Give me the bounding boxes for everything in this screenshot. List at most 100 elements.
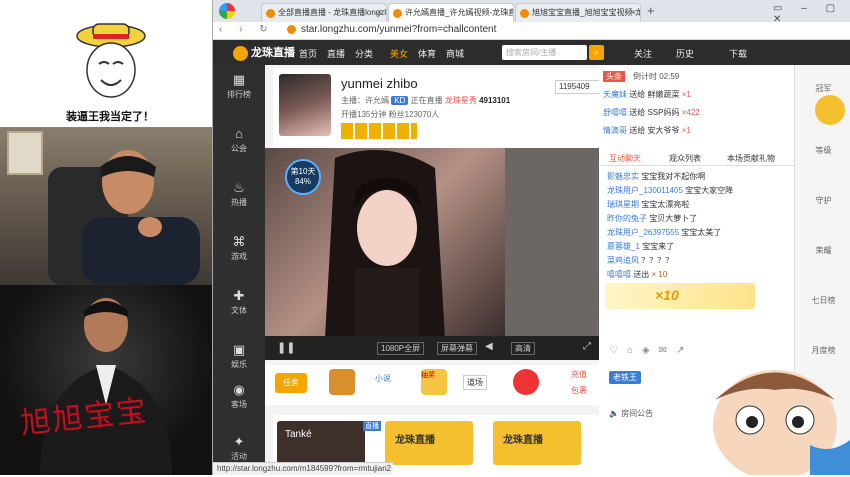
- rail-level[interactable]: 等级: [795, 145, 850, 156]
- search-icon[interactable]: ⌕: [589, 45, 604, 60]
- streamer-avatar[interactable]: [279, 74, 331, 136]
- sidebar-item-guild[interactable]: ⌂ 公会: [213, 127, 265, 154]
- new-tab-icon[interactable]: +: [647, 3, 655, 18]
- gift-icon: ✦: [233, 434, 245, 449]
- nav-home[interactable]: 首页: [299, 47, 317, 60]
- lottery-button[interactable]: 抽奖: [421, 369, 447, 395]
- poster-person-icon: [40, 298, 172, 475]
- status-bar: http://star.longzhu.com/m184599?from=rmt…: [213, 462, 393, 475]
- nav-sports[interactable]: 体育: [418, 47, 436, 60]
- pause-icon[interactable]: ❚❚: [277, 341, 295, 354]
- expand-icon[interactable]: ⤢: [583, 341, 591, 352]
- download-button[interactable]: 下载: [729, 47, 747, 60]
- task-button[interactable]: 任务: [275, 373, 307, 393]
- tab-xuxubaobao[interactable]: 旭旭宝宝直播_旭旭宝宝视频-龙珠 ×: [515, 3, 641, 22]
- photo-frame: [7, 131, 43, 175]
- sidebar-item-away[interactable]: ◉ 客场: [213, 383, 265, 410]
- streamer-info: yunmei zhibo 主播：许允嫣 KD 正在直播 龙珠星秀 4913101…: [273, 68, 653, 148]
- tab-chat[interactable]: 互动聊天: [609, 153, 641, 164]
- nav-beauty[interactable]: 美女: [390, 47, 408, 60]
- gamepad-icon: ⌘: [232, 234, 246, 249]
- straw-hat-meme-icon: [76, 23, 146, 98]
- rail-weekly[interactable]: 七日榜: [795, 295, 850, 306]
- address-bar: ‹ › ↻ star.longzhu.com/yunmei?from=chall…: [213, 22, 850, 40]
- nav-live[interactable]: 直播: [327, 47, 345, 60]
- cartoon-sticker-icon: [713, 370, 850, 475]
- rail-champion[interactable]: 冠军: [795, 83, 850, 94]
- site-icon: [287, 25, 296, 34]
- banner-longzhu-1[interactable]: 龙珠直播: [385, 421, 473, 465]
- sidebar-item-games[interactable]: ⌘ 游戏: [213, 235, 265, 262]
- gift-icon[interactable]: [513, 369, 539, 395]
- tab-all-live[interactable]: 全部直播直播 - 龙珠直播longzhu ×: [261, 3, 387, 22]
- ball-icon: ◉: [233, 382, 245, 397]
- player-controls: ❚❚ 1080P全屏 屏幕弹幕 ◀ 高清 ⤢: [265, 336, 605, 360]
- speaker-icon: 🔈: [609, 409, 622, 418]
- streamer-meta: 主播：许允嫣 KD 正在直播 龙珠星秀 4913101: [341, 96, 511, 105]
- favicon-icon: [266, 9, 275, 18]
- chat-tabs: 互动聊天 观众列表 本场贡献礼物: [599, 151, 794, 166]
- sidebar-item-events[interactable]: ✦ 活动: [213, 435, 265, 462]
- ranking-icon: ▦: [232, 72, 246, 87]
- chat-tools-icon[interactable]: ♡⌂◈✉↗: [609, 345, 693, 356]
- novel-button[interactable]: 小说: [375, 373, 391, 384]
- level-badge: KD: [391, 96, 409, 105]
- fan-badge: 老铁王: [609, 371, 641, 384]
- tab-xuyunyan[interactable]: 许允嫣直播_许允嫣视频-龙珠直 ×: [388, 3, 514, 22]
- quality-button[interactable]: 高清: [511, 342, 535, 355]
- close-icon[interactable]: ×: [631, 7, 636, 17]
- volume-icon[interactable]: ◀: [485, 341, 493, 352]
- home-icon: ⌂: [235, 126, 243, 141]
- recharge-button[interactable]: 充值: [571, 369, 587, 380]
- close-icon[interactable]: ×: [377, 7, 382, 17]
- site-logo[interactable]: 龙珠直播: [233, 44, 295, 61]
- room-notice: 🔈 房间公告: [609, 409, 654, 418]
- tab-gift-rank[interactable]: 本场贡献礼物: [727, 153, 775, 164]
- streamer-name: yunmei zhibo: [341, 76, 418, 91]
- fullscreen-1080-button[interactable]: 1080P全屏: [377, 342, 425, 355]
- follow-button[interactable]: 关注: [634, 47, 652, 60]
- url-field[interactable]: star.longzhu.com/yunmei?from=challconten…: [301, 24, 721, 38]
- sidebar-item-arts[interactable]: ✚ 文体: [213, 289, 265, 316]
- banner-longzhu-2[interactable]: 龙珠直播: [493, 421, 581, 465]
- rail-guard[interactable]: 守护: [795, 195, 850, 206]
- headline-badge: 头条: [603, 71, 625, 82]
- chat-message: 嘻嘻嘻 送出 × 10: [607, 270, 668, 279]
- chat-message: 龙珠用户_130011405 宝宝大家空降: [607, 186, 734, 195]
- favicon-icon: [393, 9, 402, 18]
- rail-badge-icon[interactable]: [815, 95, 845, 125]
- danmaku-button[interactable]: 屏幕弹幕: [437, 342, 477, 355]
- rail-honor[interactable]: 荣耀: [795, 245, 850, 256]
- banner-tanke[interactable]: Tanké: [277, 421, 365, 465]
- dojo-button[interactable]: 道场: [463, 375, 487, 390]
- browser-logo-icon[interactable]: [219, 3, 235, 19]
- feed-row: 情滴哥 送给 安大爷爷 ×1: [603, 126, 691, 135]
- nav-buttons-icon[interactable]: ‹ › ↻: [219, 24, 275, 35]
- sidebar-item-entertainment[interactable]: ▣ 娱乐: [213, 343, 265, 370]
- site-sidebar: ▦ 排行榜 ⌂ 公会 ♨ 热播 ⌘ 游戏 ✚ 文体 ▣ 娱乐 ◉ 客场 ✦ 活动: [213, 65, 265, 475]
- chat-message: 瑞琪星期 宝宝太漂亮啦: [607, 200, 690, 209]
- tab-bar: 全部直播直播 - 龙珠直播longzhu × 许允嫣直播_许允嫣视频-龙珠直 × 旭…: [213, 0, 850, 25]
- longzhu-logo-icon: [233, 45, 248, 61]
- treasure-icon[interactable]: [329, 369, 355, 395]
- nav-mall[interactable]: 商城: [446, 47, 464, 60]
- sidebar-item-hot[interactable]: ♨ 热播: [213, 181, 265, 208]
- badge-row[interactable]: [341, 123, 417, 139]
- meme-sticker: 装逼王我当定了！: [55, 18, 165, 126]
- stream-chat-overlay: [505, 148, 605, 336]
- streamer-overlay: 装逼王我当定了！ 旭旭宝宝: [0, 0, 212, 475]
- nav-category[interactable]: 分类: [355, 47, 373, 60]
- gift-feed: 头条 倒计时 02:59 天魔妹 送给 鲜嫩蔬菜 ×1 舒嘻嘻 送给 SSP妈妈…: [599, 65, 794, 145]
- gift-toolbar: 任务 小说 抽奖 道场 充值 包裹: [265, 365, 605, 405]
- meme-caption: 装逼王我当定了！: [66, 111, 154, 123]
- close-icon[interactable]: ×: [504, 7, 509, 17]
- sport-icon: ✚: [233, 288, 245, 303]
- sidebar-item-ranking[interactable]: ▦ 排行榜: [213, 73, 265, 100]
- site-header: 龙珠直播 首页 直播 分类 美女 体育 商城 搜索房间/主播 ⌕ 关注 历史 下…: [213, 40, 850, 65]
- search-input[interactable]: 搜索房间/主播: [502, 45, 587, 60]
- live-stats: 开播135分钟 粉丝123070人: [341, 110, 440, 119]
- tab-viewers[interactable]: 观众列表: [669, 153, 701, 164]
- flame-icon: ♨: [233, 180, 245, 195]
- history-button[interactable]: 历史: [676, 47, 694, 60]
- backpack-button[interactable]: 包裹: [571, 385, 587, 396]
